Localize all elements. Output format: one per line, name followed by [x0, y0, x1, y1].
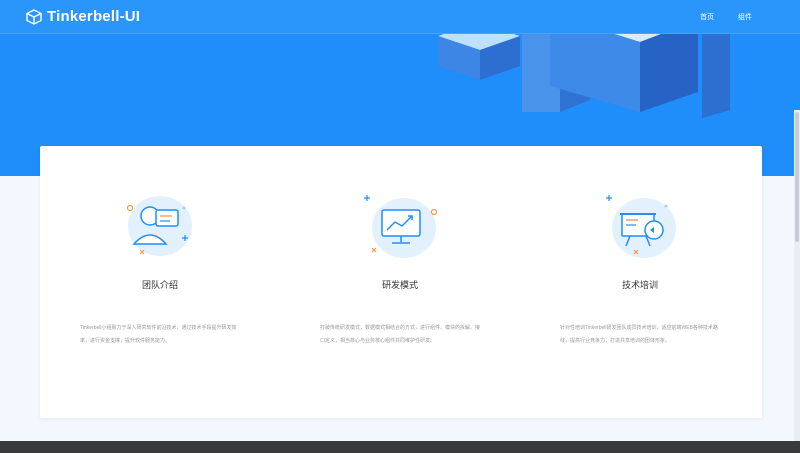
logo[interactable]: Tinkerbell-UI — [26, 8, 140, 25]
team-icon — [126, 196, 192, 256]
features-card: 团队介绍 Tinkerbell小组致力于深入研究软件前沿技术，通过技术手段提升研… — [40, 146, 762, 418]
presentation-icon — [606, 195, 676, 258]
feature-title: 团队介绍 — [141, 280, 178, 290]
brand-name: Tinkerbell-UI — [47, 8, 141, 25]
footer — [0, 441, 800, 453]
feature-title: 研发模式 — [381, 280, 418, 290]
feature-title: 技术培训 — [621, 280, 658, 290]
feature-description: Tinkerbell小组致力于深入研究软件前沿技术，通过技术手段提升研发效率，进… — [80, 325, 237, 344]
monitor-chart-icon — [364, 195, 438, 258]
main-nav: 首页 组件 — [676, 0, 752, 34]
scrollbar-thumb[interactable] — [795, 112, 799, 242]
nav-components[interactable]: 组件 — [738, 12, 752, 22]
feature-description: 针对性培训Tinkerbell研发团队成员技术培训，适应前端WEB各种技术路线，… — [560, 325, 718, 344]
nav-home[interactable]: 首页 — [700, 12, 714, 22]
cube-logo-icon — [26, 8, 42, 25]
top-navbar: Tinkerbell-UI 首页 组件 — [0, 0, 800, 34]
feature-description: 打破传统研发模式，数据模式相结合的方式，进行组件、模块的拆解、接口定义，相当核心… — [320, 325, 481, 344]
